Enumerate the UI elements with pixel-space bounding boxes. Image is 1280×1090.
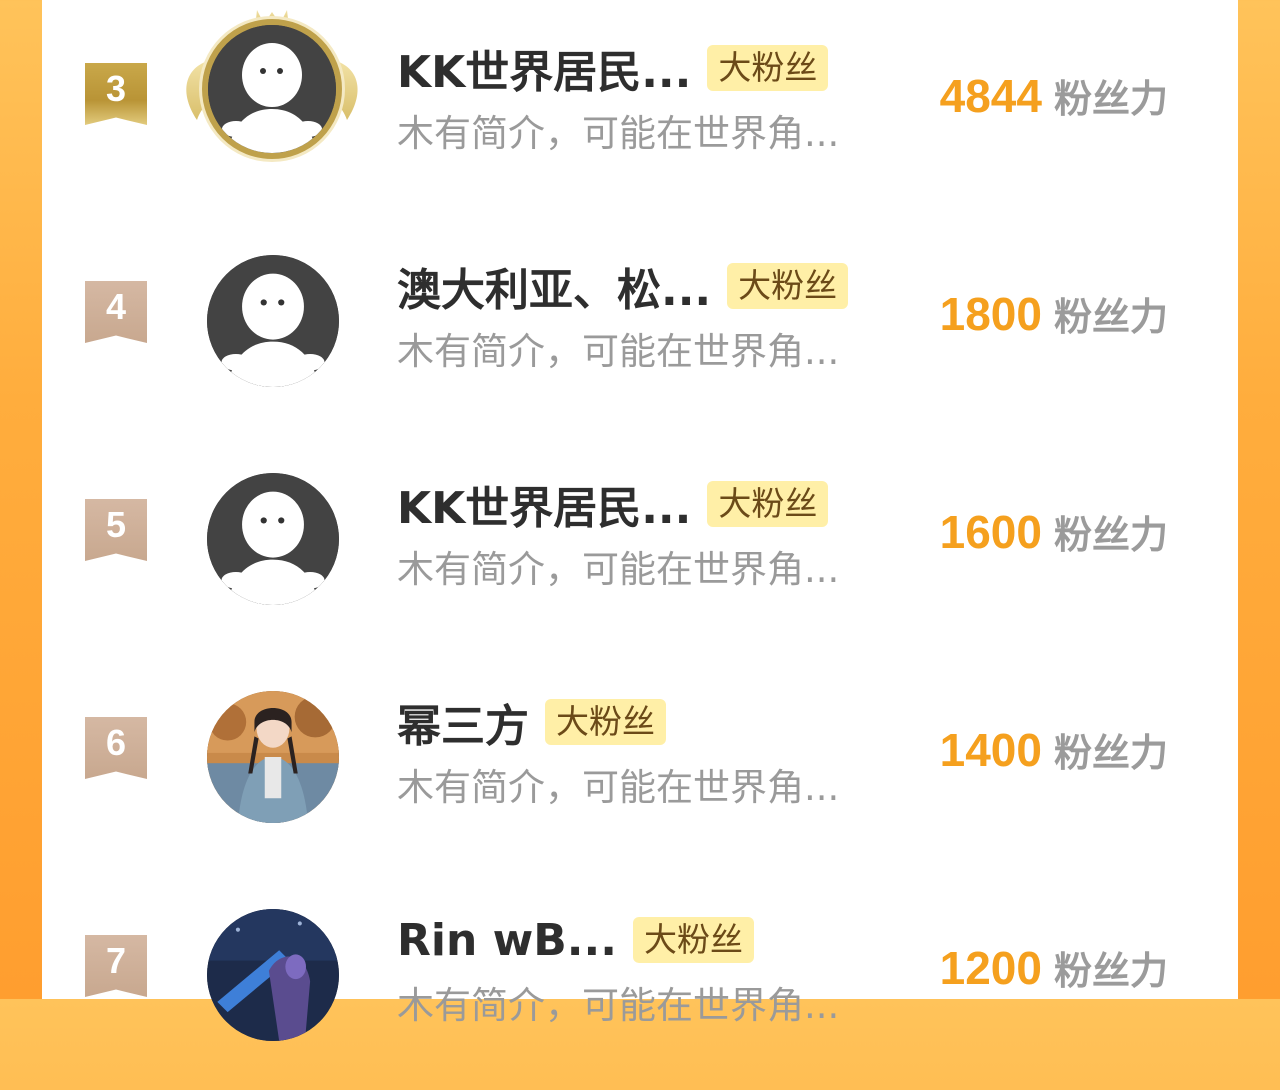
rank-badge: 5 xyxy=(85,499,147,561)
default-avatar-icon xyxy=(207,255,339,387)
user-name-line: Rin wB... 大粉丝 xyxy=(397,910,754,970)
user-name[interactable]: KK世界居民... xyxy=(397,472,691,536)
fan-level-tag: 大粉丝 xyxy=(632,917,754,963)
rank-badge: 3 xyxy=(85,63,147,125)
game-avatar xyxy=(207,909,339,1041)
score-value: 1400 xyxy=(939,724,1042,776)
ranking-row[interactable]: 3 KK世界居民... 大粉丝 木有简介，可能在世界角... 4844 粉丝力 xyxy=(42,0,1238,218)
user-name-line: 澳大利亚、松... 大粉丝 xyxy=(397,254,849,318)
score-unit: 粉丝力 xyxy=(1053,949,1168,993)
fan-power-score: 1600 粉丝力 xyxy=(940,504,1168,564)
score-unit: 粉丝力 xyxy=(1053,513,1168,557)
user-name-line: KK世界居民... 大粉丝 xyxy=(397,472,829,536)
user-name[interactable]: KK世界居民... xyxy=(397,36,691,100)
user-bio: 木有简介，可能在世界角... xyxy=(397,330,840,373)
fan-level-tag: 大粉丝 xyxy=(545,699,666,745)
photo-avatar xyxy=(207,691,339,823)
score-value: 1200 xyxy=(939,942,1042,994)
score-value: 1800 xyxy=(939,288,1042,340)
default-avatar-icon xyxy=(207,473,339,605)
ranking-row[interactable]: 4 澳大利亚、松... 大粉丝 木有简介，可能在世界角... 1800 粉丝力 xyxy=(42,218,1238,436)
user-bio: 木有简介，可能在世界角... xyxy=(397,548,840,591)
ranking-row[interactable]: 6 幂三方 大粉丝 木有简介，可能在世界角... 1400 粉丝力 xyxy=(42,654,1238,872)
fan-level-tag: 大粉丝 xyxy=(707,45,829,91)
rank-badge: 6 xyxy=(85,717,147,779)
score-value: 4844 xyxy=(939,70,1042,122)
score-value: 1600 xyxy=(939,506,1042,558)
rank-badge: 7 xyxy=(85,935,147,997)
fan-level-tag: 大粉丝 xyxy=(707,481,829,527)
score-unit: 粉丝力 xyxy=(1053,77,1168,121)
user-bio: 木有简介，可能在世界角... xyxy=(397,984,840,1027)
ranking-row[interactable]: 7 Rin wB... 大粉丝 木有简介，可能在世界角... 1200 粉丝力 xyxy=(42,872,1238,1090)
fan-ranking-list: 3 KK世界居民... 大粉丝 木有简介，可能在世界角... 4844 粉丝力 … xyxy=(42,0,1238,1041)
user-bio: 木有简介，可能在世界角... xyxy=(397,766,840,809)
avatar-frame[interactable] xyxy=(172,446,372,616)
avatar-frame[interactable] xyxy=(172,228,372,398)
avatar-frame[interactable] xyxy=(172,10,372,180)
fan-power-score: 1400 粉丝力 xyxy=(940,722,1168,782)
user-name[interactable]: 幂三方 xyxy=(397,690,529,754)
fan-level-tag: 大粉丝 xyxy=(727,263,849,309)
rank-badge: 4 xyxy=(85,281,147,343)
user-bio: 木有简介，可能在世界角... xyxy=(397,112,840,155)
user-name[interactable]: Rin wB... xyxy=(397,915,617,966)
score-unit: 粉丝力 xyxy=(1053,731,1168,775)
ranking-row[interactable]: 5 KK世界居民... 大粉丝 木有简介，可能在世界角... 1600 粉丝力 xyxy=(42,436,1238,654)
user-name-line: KK世界居民... 大粉丝 xyxy=(397,36,829,100)
avatar-frame[interactable] xyxy=(172,882,372,1052)
avatar-frame[interactable] xyxy=(172,664,372,834)
score-unit: 粉丝力 xyxy=(1053,295,1168,339)
fan-power-score: 4844 粉丝力 xyxy=(940,68,1168,128)
user-name[interactable]: 澳大利亚、松... xyxy=(397,254,711,318)
user-name-line: 幂三方 大粉丝 xyxy=(397,692,666,752)
default-avatar-icon xyxy=(202,19,342,159)
fan-power-score: 1800 粉丝力 xyxy=(940,286,1168,346)
fan-power-score: 1200 粉丝力 xyxy=(940,940,1168,1000)
